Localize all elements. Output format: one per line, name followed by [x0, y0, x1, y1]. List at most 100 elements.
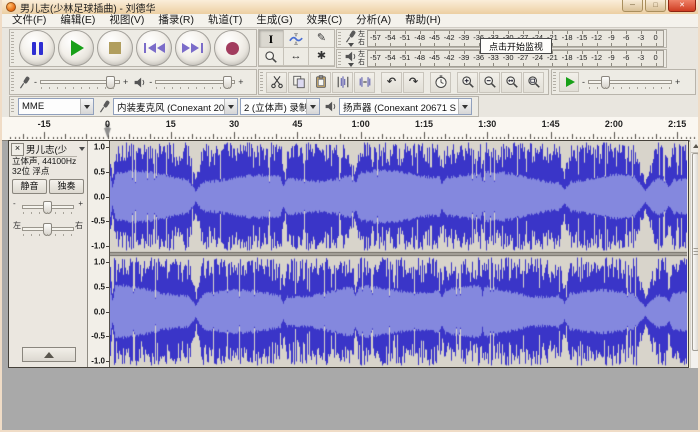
amplitude-tick: [106, 336, 109, 337]
timeline-label: 15: [166, 119, 176, 129]
toolbar-grip[interactable]: [11, 99, 14, 114]
chevron-down-icon[interactable]: [458, 99, 471, 114]
sync-clock-button[interactable]: [430, 72, 451, 93]
track-control-panel: × 男儿志(少 立体声, 44100Hz 32位 浮点 静音 独奏 - + 左 …: [9, 141, 88, 367]
track-name[interactable]: 男儿志(少: [26, 142, 77, 157]
trim-button[interactable]: [332, 72, 353, 93]
menu-bar: 文件(F)编辑(E)视图(V)播录(R)轨道(T)生成(G)效果(C)分析(A)…: [2, 14, 698, 28]
meter-right-label: 右: [358, 39, 365, 47]
toolbar-grip[interactable]: [260, 72, 263, 92]
timeline-label: 30: [229, 119, 239, 129]
toolbar-grip[interactable]: [11, 32, 14, 64]
pause-button[interactable]: [19, 30, 55, 66]
amplitude-ruler[interactable]: 1.00.50.0-0.5-1.01.00.50.0-0.5-1.0: [88, 141, 110, 367]
meter-scale-label: -48: [412, 31, 427, 46]
menu-item-generate[interactable]: 生成(G): [249, 14, 299, 27]
minimize-button[interactable]: ─: [622, 0, 643, 12]
menu-item-help[interactable]: 帮助(H): [398, 14, 448, 27]
pan-left-label: 左: [13, 222, 21, 230]
time-shift-tool-button[interactable]: ↔: [284, 48, 309, 66]
track-close-button[interactable]: ×: [11, 143, 24, 156]
timeline-label: 1:30: [478, 119, 496, 129]
record-button[interactable]: [214, 30, 250, 66]
envelope-tool-button[interactable]: [284, 30, 309, 48]
playback-device-select[interactable]: 扬声器 (Conexant 20671 S: [339, 98, 472, 115]
play-at-speed-button[interactable]: [559, 72, 579, 92]
menu-item-view[interactable]: 视图(V): [102, 14, 151, 27]
output-volume-thumb[interactable]: [223, 76, 232, 89]
pan-right-label: 右: [75, 222, 83, 230]
solo-button[interactable]: 独奏: [49, 179, 84, 194]
toolbar-grip[interactable]: [338, 52, 341, 65]
maximize-button[interactable]: □: [645, 0, 666, 12]
menu-item-tracks[interactable]: 轨道(T): [201, 14, 249, 27]
track-pan-slider[interactable]: 左 右: [13, 220, 83, 238]
input-volume-slider[interactable]: [40, 80, 120, 84]
track-gain-slider[interactable]: - +: [13, 198, 83, 216]
scroll-up-button[interactable]: [691, 140, 700, 153]
track-pan-thumb[interactable]: [43, 223, 52, 236]
multi-tool-button[interactable]: ✱: [309, 48, 334, 66]
menu-item-transport[interactable]: 播录(R): [151, 14, 201, 27]
menu-item-edit[interactable]: 编辑(E): [53, 14, 102, 27]
waveform-display[interactable]: [110, 141, 687, 367]
redo-button[interactable]: ↷: [403, 72, 424, 93]
meter-scale-label: -42: [442, 51, 457, 66]
input-volume-thumb[interactable]: [106, 76, 115, 89]
skip-to-end-button[interactable]: [175, 30, 211, 66]
playback-speed-thumb[interactable]: [601, 76, 610, 89]
close-button[interactable]: ✕: [668, 0, 696, 12]
draw-tool-button[interactable]: ✎: [309, 30, 334, 48]
amplitude-tick: [106, 287, 109, 288]
menu-item-file[interactable]: 文件(F): [5, 14, 53, 27]
silence-button[interactable]: [354, 72, 375, 93]
speaker-icon: [133, 76, 146, 89]
fit-project-button[interactable]: [523, 72, 544, 93]
play-button[interactable]: [58, 30, 94, 66]
paste-button[interactable]: [310, 72, 331, 93]
timeline-label: 2:15: [668, 119, 686, 129]
vertical-scrollbar[interactable]: [690, 140, 700, 368]
stop-button[interactable]: [97, 30, 133, 66]
amplitude-label: -1.0: [91, 242, 105, 251]
audio-host-value: MME: [22, 101, 44, 112]
recording-channels-select[interactable]: 2 (立体声) 录制: [240, 98, 320, 115]
chevron-down-icon[interactable]: [348, 63, 354, 67]
meter-scale-label: -57: [368, 31, 383, 46]
undo-button[interactable]: ↶: [381, 72, 402, 93]
mute-button[interactable]: 静音: [12, 179, 47, 194]
amplitude-label: 0.5: [94, 282, 105, 291]
selection-tool-button[interactable]: I: [259, 30, 284, 48]
cut-button[interactable]: [266, 72, 287, 93]
track-gain-thumb[interactable]: [43, 201, 52, 214]
menu-item-effect[interactable]: 效果(C): [300, 14, 350, 27]
fit-selection-button[interactable]: [501, 72, 522, 93]
meter-scale-label: -42: [442, 31, 457, 46]
scrollbar-thumb[interactable]: [692, 153, 699, 351]
track-menu-chevron-icon[interactable]: [79, 147, 85, 151]
chevron-down-icon[interactable]: [80, 99, 93, 114]
copy-button[interactable]: [288, 72, 309, 93]
recording-device-select[interactable]: 内装麦克风 (Conexant 206: [113, 98, 238, 115]
playback-speed-slider[interactable]: [588, 80, 672, 84]
menu-item-analyze[interactable]: 分析(A): [349, 14, 398, 27]
amplitude-tick: [106, 361, 109, 362]
toolbar-grip[interactable]: [11, 72, 14, 92]
zoom-tool-button[interactable]: [259, 48, 284, 66]
title-bar[interactable]: 男儿志(少林足球插曲) - 刘德华 ─ □ ✕: [2, 0, 698, 14]
toolbar-grip[interactable]: [553, 72, 556, 92]
toolbar-grip[interactable]: [338, 32, 341, 45]
audio-host-select[interactable]: MME: [18, 98, 94, 115]
track-collapse-button[interactable]: [22, 347, 76, 362]
amplitude-tick: [106, 312, 109, 313]
timeline-ruler[interactable]: -1501530451:001:151:301:452:002:15: [2, 117, 698, 141]
meter-scale-label: -12: [589, 31, 604, 46]
zoom-in-button[interactable]: [457, 72, 478, 93]
chevron-down-icon[interactable]: [224, 99, 237, 114]
output-volume-slider[interactable]: [155, 80, 235, 84]
zoom-out-button[interactable]: [479, 72, 500, 93]
chevron-down-icon[interactable]: [306, 99, 319, 114]
chevron-down-icon[interactable]: [348, 43, 354, 47]
skip-to-start-button[interactable]: [136, 30, 172, 66]
meter-scale-label: -45: [427, 31, 442, 46]
